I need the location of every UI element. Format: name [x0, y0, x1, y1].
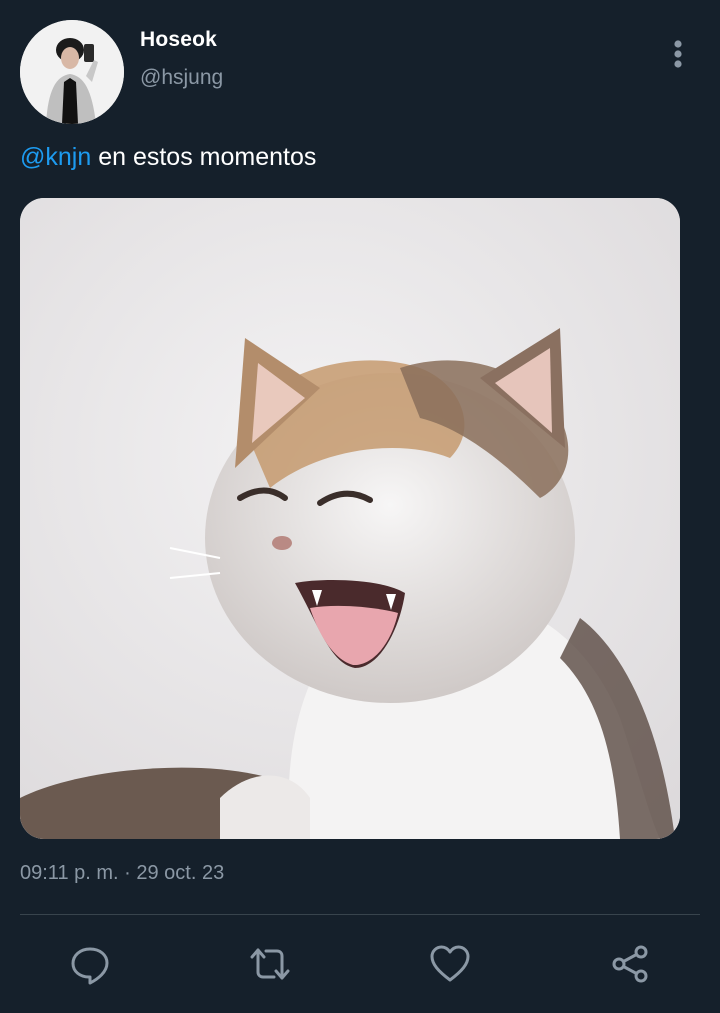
- kitten-photo: [20, 198, 680, 839]
- heart-icon: [430, 945, 470, 982]
- tweet-detail: Hoseok @hsjung @knjn en estos momentos 0…: [0, 0, 720, 1013]
- share-button[interactable]: [608, 942, 652, 986]
- tweet-text: @knjn en estos momentos: [20, 140, 316, 174]
- tweet-body: en estos momentos: [91, 143, 317, 171]
- more-vertical-icon: [674, 40, 682, 68]
- display-name[interactable]: Hoseok: [140, 28, 217, 52]
- tweet-timestamp[interactable]: 09:11 p. m. · 29 oct. 23: [20, 862, 224, 885]
- reply-icon: [71, 947, 109, 985]
- like-button[interactable]: [428, 942, 472, 986]
- retweet-icon: [250, 948, 290, 980]
- username-handle[interactable]: @hsjung: [140, 66, 223, 90]
- tweet-image[interactable]: [20, 198, 680, 839]
- avatar[interactable]: [20, 20, 124, 124]
- reply-button[interactable]: [68, 942, 112, 986]
- share-icon: [612, 945, 648, 983]
- more-options-button[interactable]: [662, 38, 694, 72]
- retweet-button[interactable]: [248, 942, 292, 986]
- mention-link[interactable]: @knjn: [20, 143, 91, 171]
- divider: [20, 914, 700, 915]
